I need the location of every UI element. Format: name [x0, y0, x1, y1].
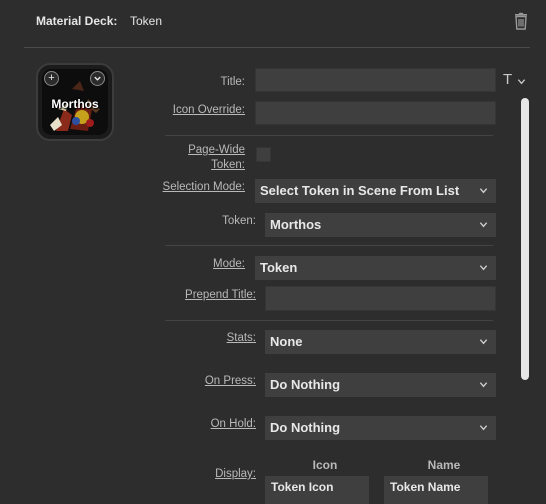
- stats-value: None: [270, 334, 303, 349]
- key-tile[interactable]: Morthos +: [36, 63, 114, 141]
- chevron-down-icon: [479, 265, 488, 271]
- text-format-icon: T: [503, 71, 513, 88]
- selection-mode-select[interactable]: Select Token in Scene From List: [255, 179, 496, 203]
- on-press-label: On Press:: [204, 375, 256, 387]
- display-icon-value: Token Icon: [271, 480, 334, 494]
- mode-select[interactable]: Token: [255, 256, 496, 280]
- chevron-down-icon: [479, 339, 488, 345]
- mode-label: Mode:: [213, 258, 245, 270]
- scrollbar-thumb[interactable]: [521, 98, 529, 380]
- chevron-down-icon[interactable]: [90, 71, 105, 86]
- selection-mode-label: Selection Mode:: [162, 181, 245, 193]
- material-deck-config-panel: Material Deck: Token Morthos + Title: T …: [0, 0, 546, 504]
- stats-label: Stats:: [226, 332, 256, 344]
- display-icon-select[interactable]: Token Icon: [265, 476, 369, 504]
- on-hold-value: Do Nothing: [270, 420, 341, 435]
- on-press-value: Do Nothing: [270, 377, 341, 392]
- chevron-down-icon: [479, 188, 488, 194]
- trash-icon[interactable]: [513, 12, 529, 30]
- tile-text: Morthos: [51, 97, 99, 111]
- display-col-icon: Icon: [312, 458, 338, 472]
- header-label: Material Deck:: [36, 14, 118, 28]
- on-press-select[interactable]: Do Nothing: [265, 373, 496, 397]
- token-select[interactable]: Morthos: [265, 213, 496, 237]
- token-value: Morthos: [270, 217, 322, 232]
- separator: [165, 245, 493, 246]
- chevron-down-icon: [479, 222, 488, 228]
- icon-override-input[interactable]: [255, 101, 496, 125]
- chevron-down-icon: [479, 382, 488, 388]
- page-wide-checkbox[interactable]: [256, 147, 271, 162]
- token-label: Token:: [222, 215, 256, 227]
- separator: [165, 320, 493, 321]
- selection-mode-value: Select Token in Scene From List: [260, 183, 460, 198]
- mode-value: Token: [260, 260, 298, 275]
- header-value: Token: [130, 14, 163, 28]
- stats-select[interactable]: None: [265, 330, 496, 354]
- prepend-title-input[interactable]: [265, 286, 496, 311]
- on-hold-label: On Hold:: [210, 418, 256, 430]
- page-wide-label: Page-Wide Token:: [188, 144, 245, 171]
- display-name-value: Token Name: [390, 480, 461, 494]
- title-label: Title:: [220, 76, 246, 88]
- header-divider: [24, 47, 530, 48]
- plus-icon[interactable]: +: [44, 71, 59, 86]
- icon-override-label: Icon Override:: [172, 104, 245, 116]
- on-hold-select[interactable]: Do Nothing: [265, 416, 496, 440]
- prepend-title-label: Prepend Title:: [185, 289, 256, 301]
- chevron-down-icon: [517, 79, 526, 85]
- text-format-button[interactable]: T: [503, 71, 526, 88]
- display-label: Display:: [215, 468, 256, 480]
- display-name-select[interactable]: Token Name: [384, 476, 488, 504]
- chevron-down-icon: [479, 425, 488, 431]
- title-input[interactable]: [255, 68, 496, 92]
- separator: [165, 135, 493, 136]
- panel-header: Material Deck: Token: [0, 0, 546, 48]
- display-col-name: Name: [427, 458, 461, 472]
